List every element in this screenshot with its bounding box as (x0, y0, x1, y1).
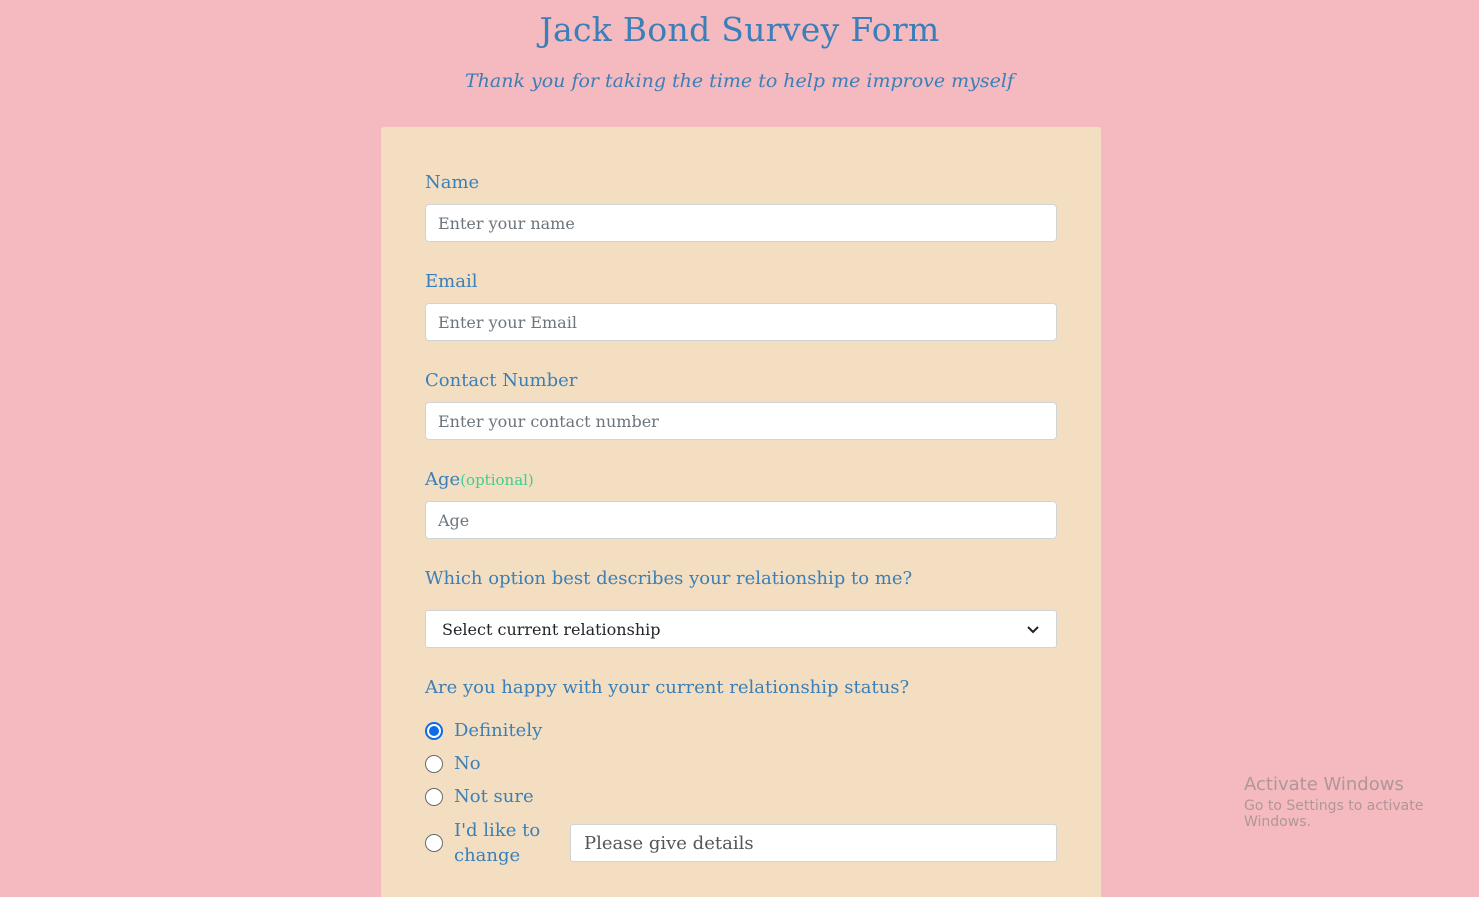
page-subtitle: Thank you for taking the time to help me… (464, 70, 1015, 92)
radio-option-not-sure[interactable]: Not sure (425, 786, 534, 807)
email-input[interactable] (425, 303, 1057, 341)
radio-label-not-sure: Not sure (454, 786, 534, 807)
radio-change[interactable] (425, 834, 443, 852)
chevron-down-icon (1027, 626, 1039, 634)
relationship-question: Which option best describes your relatio… (425, 568, 913, 589)
radio-label-no: No (454, 753, 481, 774)
radio-definitely[interactable] (425, 721, 443, 740)
happiness-question: Are you happy with your current relation… (425, 677, 910, 698)
relationship-select-value: Select current relationship (442, 619, 661, 639)
page-title: Jack Bond Survey Form (539, 10, 940, 49)
survey-form: Name Email Contact Number Age(optional) … (381, 127, 1101, 897)
details-input[interactable] (570, 824, 1057, 862)
age-label-text: Age (425, 469, 461, 490)
radio-option-change[interactable]: I'd like to change (425, 818, 554, 868)
age-input[interactable] (425, 501, 1057, 539)
radio-not-sure[interactable] (425, 787, 443, 806)
radio-no[interactable] (425, 754, 443, 773)
name-label: Name (425, 172, 480, 193)
email-label: Email (425, 271, 478, 292)
radio-option-no[interactable]: No (425, 753, 481, 774)
activate-windows-watermark: Activate Windows Go to Settings to activ… (1244, 774, 1479, 830)
watermark-subtitle: Go to Settings to activate Windows. (1244, 798, 1424, 830)
radio-label-change: I'd like to change (454, 820, 541, 866)
radio-label-definitely: Definitely (454, 720, 543, 741)
watermark-title: Activate Windows (1244, 774, 1404, 795)
radio-option-definitely[interactable]: Definitely (425, 720, 542, 741)
survey-page: Jack Bond Survey Form Thank you for taki… (0, 0, 1479, 897)
age-label: Age(optional) (425, 469, 534, 490)
contact-number-label: Contact Number (425, 370, 578, 391)
relationship-select[interactable]: Select current relationship (425, 610, 1057, 648)
optional-tag: (optional) (460, 471, 534, 489)
contact-number-input[interactable] (425, 402, 1057, 440)
name-input[interactable] (425, 204, 1057, 242)
